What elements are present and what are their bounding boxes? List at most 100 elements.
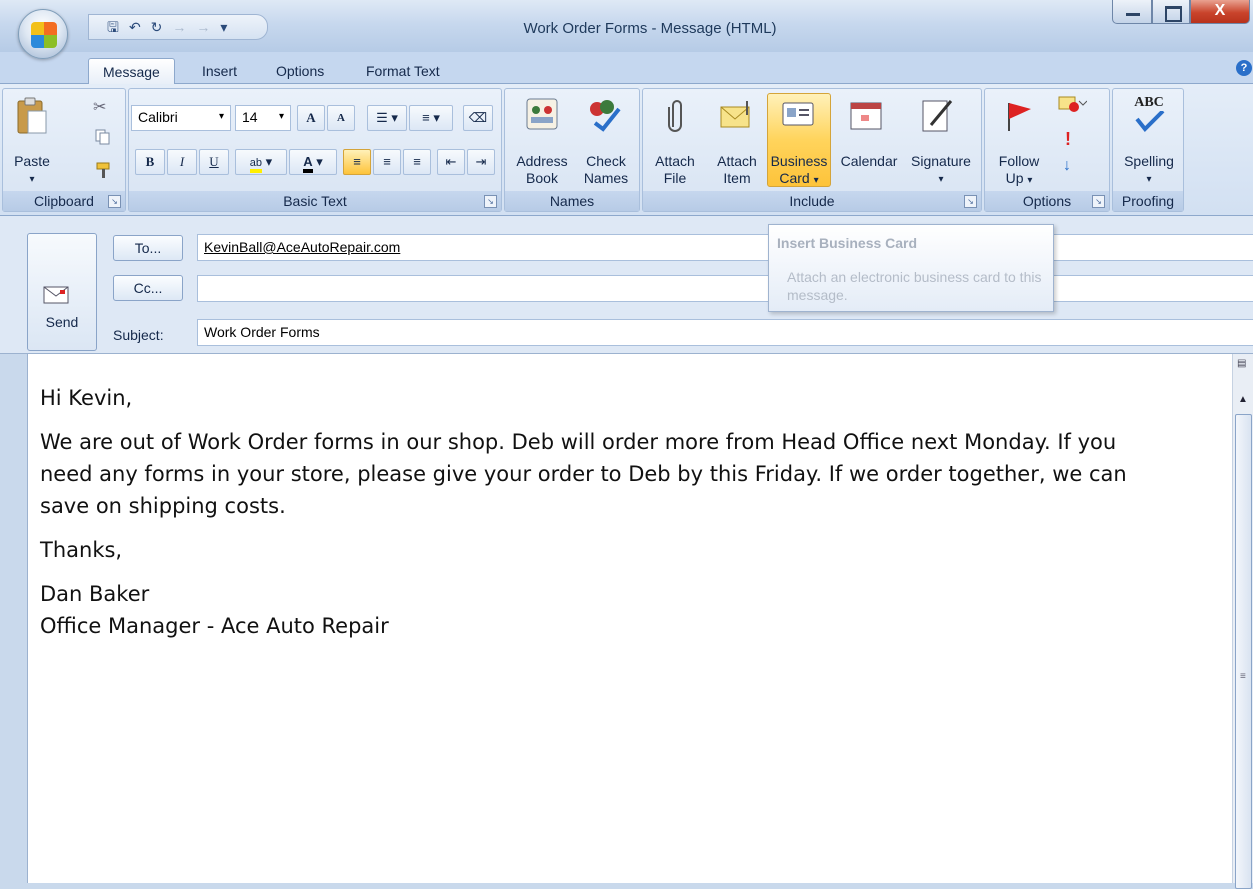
- attach-item-line2: Item: [723, 170, 751, 186]
- increase-indent-icon[interactable]: ⇥: [467, 149, 495, 175]
- subject-field[interactable]: Work Order Forms: [197, 319, 1253, 346]
- check-names-line2: Names: [583, 170, 629, 186]
- paperclip-icon[interactable]: [667, 97, 687, 133]
- follow-up-flag-icon[interactable]: [1001, 99, 1035, 133]
- undo-icon[interactable]: ↶: [129, 20, 141, 34]
- shrink-font-button[interactable]: A: [327, 105, 355, 131]
- signature-dropdown-icon[interactable]: ▾: [905, 171, 977, 188]
- ribbon-tabs: Message Insert Options Format Text ?: [0, 52, 1253, 85]
- tab-insert[interactable]: Insert: [202, 58, 237, 85]
- names-label: Names: [505, 191, 639, 211]
- paste-dropdown-icon[interactable]: ▾: [7, 171, 57, 188]
- highlight-color-icon[interactable]: ab ▾: [235, 149, 287, 175]
- cut-icon[interactable]: ✂: [93, 97, 106, 117]
- font-size-combo[interactable]: 14 ▾: [235, 105, 291, 131]
- proofing-group: ABC Spelling ▾ Proofing: [1112, 88, 1184, 212]
- attach-item-button[interactable]: Attach Item: [709, 153, 765, 187]
- address-book-button[interactable]: Address Book: [509, 153, 575, 187]
- paste-icon[interactable]: [15, 97, 49, 137]
- vertical-scrollbar[interactable]: ▤ ▲ ≡: [1232, 354, 1253, 889]
- spelling-dropdown-icon[interactable]: ▾: [1115, 171, 1183, 188]
- follow-up-line1: Follow: [998, 153, 1040, 169]
- check-names-button[interactable]: Check Names: [577, 153, 635, 187]
- copy-icon[interactable]: [95, 129, 111, 145]
- scroll-up-icon[interactable]: ▲: [1238, 394, 1248, 405]
- address-book-line2: Book: [526, 170, 558, 186]
- spelling-button[interactable]: Spelling: [1115, 153, 1183, 170]
- close-button[interactable]: X: [1190, 0, 1250, 24]
- clipboard-launcher-icon[interactable]: ↘: [108, 195, 121, 208]
- attach-file-button[interactable]: Attach File: [647, 153, 703, 187]
- customize-qat-icon[interactable]: ▾: [220, 20, 227, 34]
- attach-item-icon[interactable]: [719, 99, 755, 131]
- check-names-icon[interactable]: [585, 95, 625, 133]
- spelling-icon[interactable]: ABC: [1127, 95, 1171, 135]
- follow-up-line2: Up: [1005, 170, 1024, 186]
- align-left-icon[interactable]: ≡: [343, 149, 371, 175]
- office-button[interactable]: [18, 9, 68, 59]
- permission-icon[interactable]: [1057, 95, 1088, 115]
- attach-file-line1: Attach: [655, 153, 695, 169]
- tab-format-text[interactable]: Format Text: [366, 58, 440, 85]
- tab-message[interactable]: Message: [88, 58, 175, 85]
- check-names-line1: Check: [586, 153, 626, 169]
- basic-text-launcher-icon[interactable]: ↘: [484, 195, 497, 208]
- attach-item-line1: Attach: [717, 153, 757, 169]
- help-icon[interactable]: ?: [1236, 60, 1252, 76]
- calendar-icon[interactable]: [849, 99, 883, 131]
- send-button[interactable]: Send: [27, 233, 97, 351]
- to-button[interactable]: To...: [113, 235, 183, 261]
- bullets-icon[interactable]: ☰ ▾: [367, 105, 407, 131]
- title-bar: 🖫 ↶ ↻ → → ▾ Work Order Forms - Message (…: [0, 0, 1253, 59]
- high-importance-icon[interactable]: !: [1065, 129, 1071, 150]
- redo-icon[interactable]: ↻: [151, 20, 163, 34]
- include-launcher-icon[interactable]: ↘: [964, 195, 977, 208]
- follow-up-dropdown-icon[interactable]: ▾: [1027, 175, 1032, 186]
- save-icon[interactable]: 🖫: [107, 20, 119, 34]
- to-field[interactable]: KevinBall@AceAutoRepair.com: [197, 234, 1253, 261]
- cc-button[interactable]: Cc...: [113, 275, 183, 301]
- message-body[interactable]: Hi Kevin, We are out of Work Order forms…: [27, 354, 1232, 883]
- paste-button[interactable]: Paste: [7, 153, 57, 170]
- send-envelope-icon: [42, 284, 70, 306]
- down-arrow-icon[interactable]: →: [196, 20, 210, 34]
- grow-font-button[interactable]: A: [297, 105, 325, 131]
- clear-formatting-icon[interactable]: ⌫: [463, 105, 493, 131]
- font-dropdown-icon[interactable]: ▾: [219, 111, 224, 122]
- align-right-icon[interactable]: ≡: [403, 149, 431, 175]
- calendar-button[interactable]: Calendar: [833, 153, 905, 170]
- body-line-1: We are out of Work Order forms in our sh…: [40, 430, 1117, 454]
- low-importance-icon[interactable]: ↓: [1063, 157, 1071, 175]
- signature-button[interactable]: Signature: [905, 153, 977, 170]
- address-book-icon[interactable]: [525, 97, 559, 131]
- decrease-indent-icon[interactable]: ⇤: [437, 149, 465, 175]
- bold-button[interactable]: B: [135, 149, 165, 175]
- signature-icon[interactable]: [921, 97, 955, 133]
- grip-icon: ≡: [1240, 671, 1246, 682]
- address-book-line1: Address: [516, 153, 568, 169]
- scroll-thumb[interactable]: ≡: [1235, 414, 1252, 889]
- names-group: Address Book Check Names Names: [504, 88, 640, 212]
- numbering-icon[interactable]: ≡ ▾: [409, 105, 453, 131]
- business-card-dropdown-icon[interactable]: ▾: [814, 175, 819, 186]
- font-name-combo[interactable]: Calibri ▾: [131, 105, 231, 131]
- subject-label: Subject:: [113, 327, 164, 343]
- ruler-toggle-icon[interactable]: ▤: [1237, 358, 1246, 369]
- up-arrow-icon[interactable]: →: [172, 20, 186, 34]
- business-card-icon[interactable]: [781, 99, 817, 129]
- font-size-dropdown-icon[interactable]: ▾: [279, 111, 284, 122]
- format-painter-icon[interactable]: [95, 161, 113, 179]
- maximize-button[interactable]: [1152, 0, 1190, 24]
- tab-options[interactable]: Options: [276, 58, 324, 85]
- minimize-button[interactable]: [1112, 0, 1152, 24]
- underline-button[interactable]: U: [199, 149, 229, 175]
- business-card-button[interactable]: Business Card ▾: [767, 153, 831, 189]
- font-color-icon[interactable]: A ▾: [289, 149, 337, 175]
- follow-up-button[interactable]: Follow Up ▾: [989, 153, 1049, 189]
- align-center-icon[interactable]: ≡: [373, 149, 401, 175]
- basic-text-group: Calibri ▾ 14 ▾ A A ☰ ▾ ≡ ▾ ⌫ B I U ab ▾ …: [128, 88, 502, 212]
- font-size-value: 14: [242, 109, 258, 125]
- options-launcher-icon[interactable]: ↘: [1092, 195, 1105, 208]
- italic-button[interactable]: I: [167, 149, 197, 175]
- cc-field[interactable]: [197, 275, 1253, 302]
